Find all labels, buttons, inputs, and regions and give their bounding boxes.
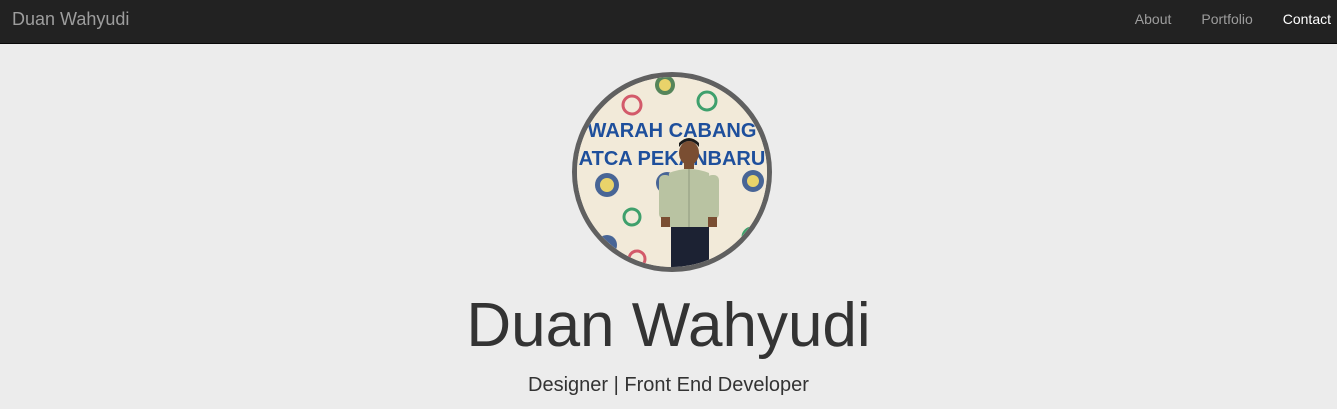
nav-item-about[interactable]: About	[1120, 0, 1187, 44]
profile-header: WARAH CABANG ATCA PEKANBARU Duan Wahyudi…	[0, 45, 1337, 409]
profile-tagline: Designer | Front End Developer	[528, 374, 809, 396]
photo-banner-line1: WARAH CABANG	[588, 120, 757, 142]
nav-item-portfolio[interactable]: Portfolio	[1186, 0, 1267, 44]
navbar-brand[interactable]: Duan Wahyudi	[12, 0, 129, 44]
profile-photo: WARAH CABANG ATCA PEKANBARU	[572, 72, 772, 272]
top-navbar: Duan Wahyudi About Portfolio Contact	[0, 0, 1337, 44]
profile-photo-image: WARAH CABANG ATCA PEKANBARU	[577, 77, 767, 267]
navbar-menu: About Portfolio Contact	[1120, 0, 1337, 44]
nav-item-contact[interactable]: Contact	[1268, 0, 1337, 44]
profile-name: Duan Wahyudi	[466, 291, 871, 360]
photo-banner-line2: ATCA PEKANBARU	[579, 148, 766, 170]
